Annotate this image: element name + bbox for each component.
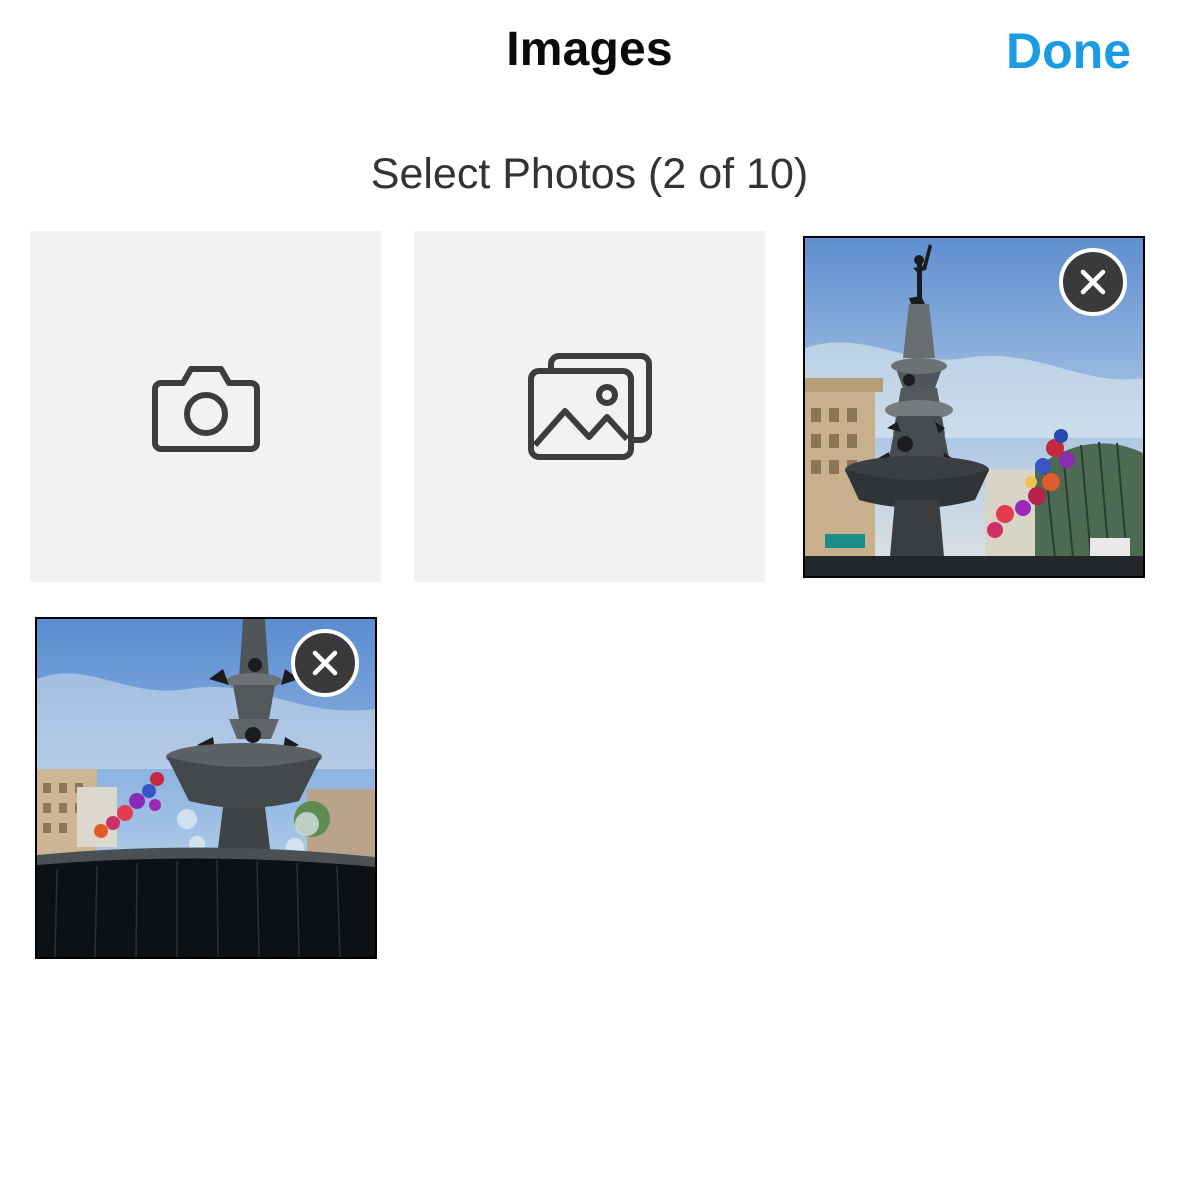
gallery-icon (527, 352, 652, 460)
done-button[interactable]: Done (1006, 22, 1131, 80)
remove-photo-2-button[interactable] (291, 629, 359, 697)
close-icon (312, 650, 338, 676)
choose-library-tile[interactable] (414, 231, 765, 582)
remove-photo-1-button[interactable] (1059, 248, 1127, 316)
selected-photo-2[interactable] (35, 617, 377, 959)
header-bar: Images Done (0, 0, 1179, 110)
camera-icon (151, 365, 260, 452)
selected-photo-1[interactable] (803, 236, 1145, 578)
page-title: Images (506, 23, 673, 76)
close-icon (1080, 269, 1106, 295)
take-photo-tile[interactable] (30, 231, 381, 582)
selection-counter: Select Photos (2 of 10) (370, 150, 809, 198)
